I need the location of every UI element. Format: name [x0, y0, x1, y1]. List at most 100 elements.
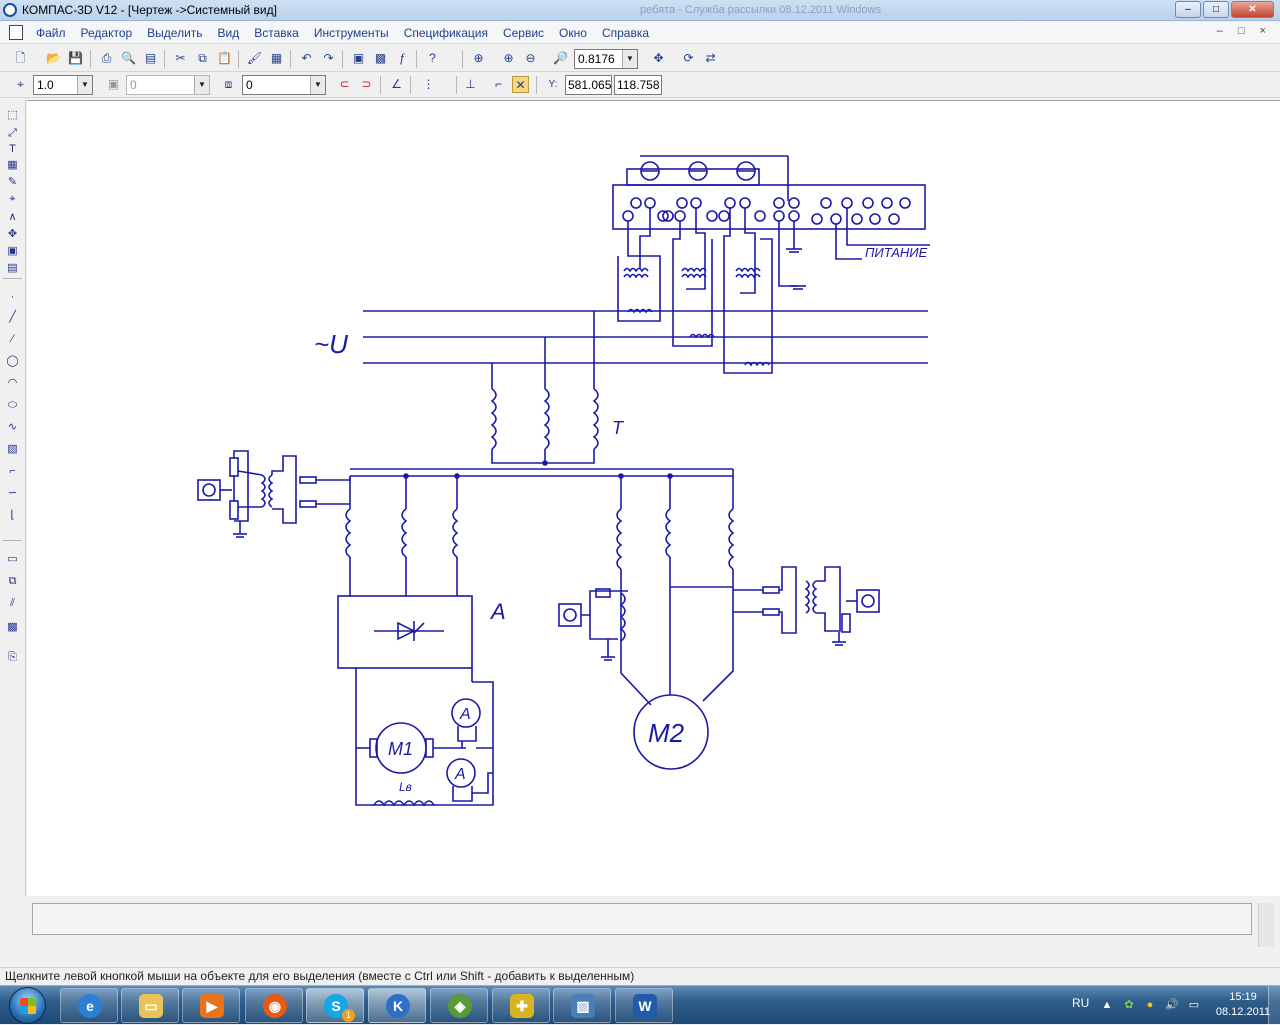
hatch-fill-icon[interactable]: ⫽	[4, 596, 21, 611]
save-icon[interactable]: 💾	[67, 50, 84, 67]
arc-icon[interactable]: ◠	[4, 376, 21, 391]
taskbar-kompas[interactable]: K	[368, 988, 426, 1023]
menu-item[interactable]: Редактор	[81, 26, 133, 40]
chevron-down-icon[interactable]: ▼	[310, 76, 325, 94]
taskbar-internet-explorer[interactable]: e	[60, 988, 118, 1023]
polyline-icon[interactable]: ⌐	[4, 464, 21, 479]
taskbar-sketch-app[interactable]: ✚	[492, 988, 550, 1023]
taskbar-media-player[interactable]: ▶	[182, 988, 240, 1023]
grid-icon[interactable]: ⋮	[420, 76, 437, 93]
network-icon[interactable]: ▭	[1187, 998, 1201, 1012]
zoom-in-icon[interactable]: ⊕	[500, 50, 517, 67]
menu-item[interactable]: Окно	[559, 26, 587, 40]
library-icon[interactable]: ▩	[372, 50, 389, 67]
paste-icon[interactable]: 📋	[216, 50, 233, 67]
document-window-controls[interactable]: – □ ×	[1217, 25, 1272, 37]
redo-icon[interactable]: ↷	[320, 50, 337, 67]
segment-icon[interactable]: ⁄	[4, 332, 21, 347]
report-icon[interactable]: ⎘	[4, 650, 21, 665]
menu-item[interactable]: Вид	[218, 26, 240, 40]
minimize-button[interactable]: –	[1175, 1, 1201, 18]
maximize-button[interactable]: □	[1203, 1, 1229, 18]
array-icon[interactable]: ⧉	[4, 574, 21, 589]
show-hidden-icons-icon[interactable]: ▲	[1100, 998, 1114, 1012]
preview-icon[interactable]: ▤	[142, 50, 159, 67]
select-tool-icon[interactable]: ✥	[4, 227, 21, 242]
clock[interactable]: 15:19 08.12.2011	[1213, 990, 1273, 1020]
measure-icon[interactable]: ∧	[4, 210, 21, 225]
hatch-icon[interactable]: ▧	[4, 442, 21, 457]
menu-item[interactable]: Спецификация	[404, 26, 488, 40]
properties-icon[interactable]: ▦	[268, 50, 285, 67]
taskbar-word[interactable]: W	[615, 988, 673, 1023]
ortho-mode-icon[interactable]: ⌐	[490, 76, 507, 93]
chamfer-icon[interactable]: ⌊	[4, 508, 21, 523]
menu-item[interactable]: Выделить	[147, 26, 202, 40]
taskbar-skype[interactable]: S 1	[306, 988, 364, 1023]
previous-view-icon[interactable]: ⇄	[702, 50, 719, 67]
taskbar-file-explorer[interactable]: ▭	[121, 988, 179, 1023]
close-button[interactable]: ✕	[1231, 1, 1274, 18]
refresh-icon[interactable]: ⟳	[680, 50, 697, 67]
chevron-down-icon[interactable]: ▼	[77, 76, 92, 94]
edit-icon[interactable]: ✎	[4, 175, 21, 190]
cursor-x-field[interactable]: 581.065	[565, 75, 612, 95]
electrical-schematic[interactable]: ~U T A M1 M2 A A Lв ПИТАНИЕ	[27, 101, 1280, 897]
menu-item[interactable]: Справка	[602, 26, 649, 40]
spline-icon[interactable]: ∿	[4, 420, 21, 435]
step-combo[interactable]: 1.0 ▼	[33, 75, 93, 95]
grid-step-icon[interactable]: ⌖	[12, 76, 29, 93]
open-icon[interactable]: 📂	[45, 50, 62, 67]
language-indicator[interactable]: RU	[1072, 996, 1089, 1010]
view-icon[interactable]: ▣	[4, 244, 21, 259]
menu-item[interactable]: Файл	[36, 26, 66, 40]
text-icon[interactable]: T	[4, 142, 21, 157]
kompas-app-icon[interactable]	[3, 3, 17, 17]
volume-icon[interactable]: 🔊	[1165, 998, 1179, 1012]
variables-icon[interactable]: ƒ	[394, 50, 411, 67]
menu-item[interactable]: Инструменты	[314, 26, 389, 40]
cut-icon[interactable]: ✂	[172, 50, 189, 67]
chevron-down-icon[interactable]: ▼	[622, 50, 637, 68]
menu-item[interactable]: Сервис	[503, 26, 544, 40]
document-icon[interactable]	[9, 25, 23, 40]
new-document-icon[interactable]: 🗋	[12, 50, 29, 67]
pan-icon[interactable]: ✥	[650, 50, 667, 67]
circle-icon[interactable]: ◯	[4, 354, 21, 369]
format-painter-icon[interactable]: 🖌	[246, 50, 263, 67]
table-icon[interactable]: ▦	[4, 158, 21, 173]
ellipse-icon[interactable]: ⬭	[4, 398, 21, 413]
drawing-canvas[interactable]: ~U T A M1 M2 A A Lв ПИТАНИЕ	[27, 100, 1280, 896]
zoom-out-icon[interactable]: ⊖	[522, 50, 539, 67]
view-tools-icon[interactable]: ▩	[4, 620, 21, 635]
spec-icon[interactable]: ▤	[4, 261, 21, 276]
property-scrollbar[interactable]	[1258, 903, 1274, 947]
zoom-combo[interactable]: 0.8176 ▼	[574, 49, 638, 69]
taskbar-gadget[interactable]: ◈	[430, 988, 488, 1023]
zoom-scale-icon[interactable]: 🔎	[552, 50, 569, 67]
ortho-icon[interactable]: ∠	[388, 76, 405, 93]
param-icon[interactable]: ⌖	[4, 192, 21, 207]
cursor-y-field[interactable]: 118.758	[614, 75, 662, 95]
select-icon[interactable]: ⬚	[4, 108, 21, 123]
style-combo[interactable]: 0 ▼	[242, 75, 326, 95]
copy-icon[interactable]: ⧉	[194, 50, 211, 67]
zoom-window-icon[interactable]: ⊕	[470, 50, 487, 67]
help-cursor-icon[interactable]: ?	[424, 50, 441, 67]
snap-icon[interactable]: ⊂	[336, 76, 353, 93]
taskbar-image-viewer[interactable]: ▨	[553, 988, 611, 1023]
rectangle-icon[interactable]: ▭	[4, 552, 21, 567]
dimension-icon[interactable]: ⤢	[4, 126, 21, 141]
line-icon[interactable]: ╱	[4, 310, 21, 325]
print-icon[interactable]: ⎙	[98, 50, 115, 67]
point-icon[interactable]: ·	[4, 290, 21, 305]
local-cs-icon[interactable]: ⊥	[462, 76, 479, 93]
start-button[interactable]	[4, 987, 54, 1025]
taskbar-firefox[interactable]: ◉	[245, 988, 303, 1023]
gadget-tray-icon[interactable]: ✿	[1122, 998, 1136, 1012]
manager-icon[interactable]: ▣	[350, 50, 367, 67]
show-desktop-button[interactable]	[1268, 986, 1280, 1025]
update-tray-icon[interactable]: ●	[1143, 998, 1157, 1012]
print-preview-icon[interactable]: 🔍	[120, 50, 137, 67]
undo-icon[interactable]: ↶	[298, 50, 315, 67]
